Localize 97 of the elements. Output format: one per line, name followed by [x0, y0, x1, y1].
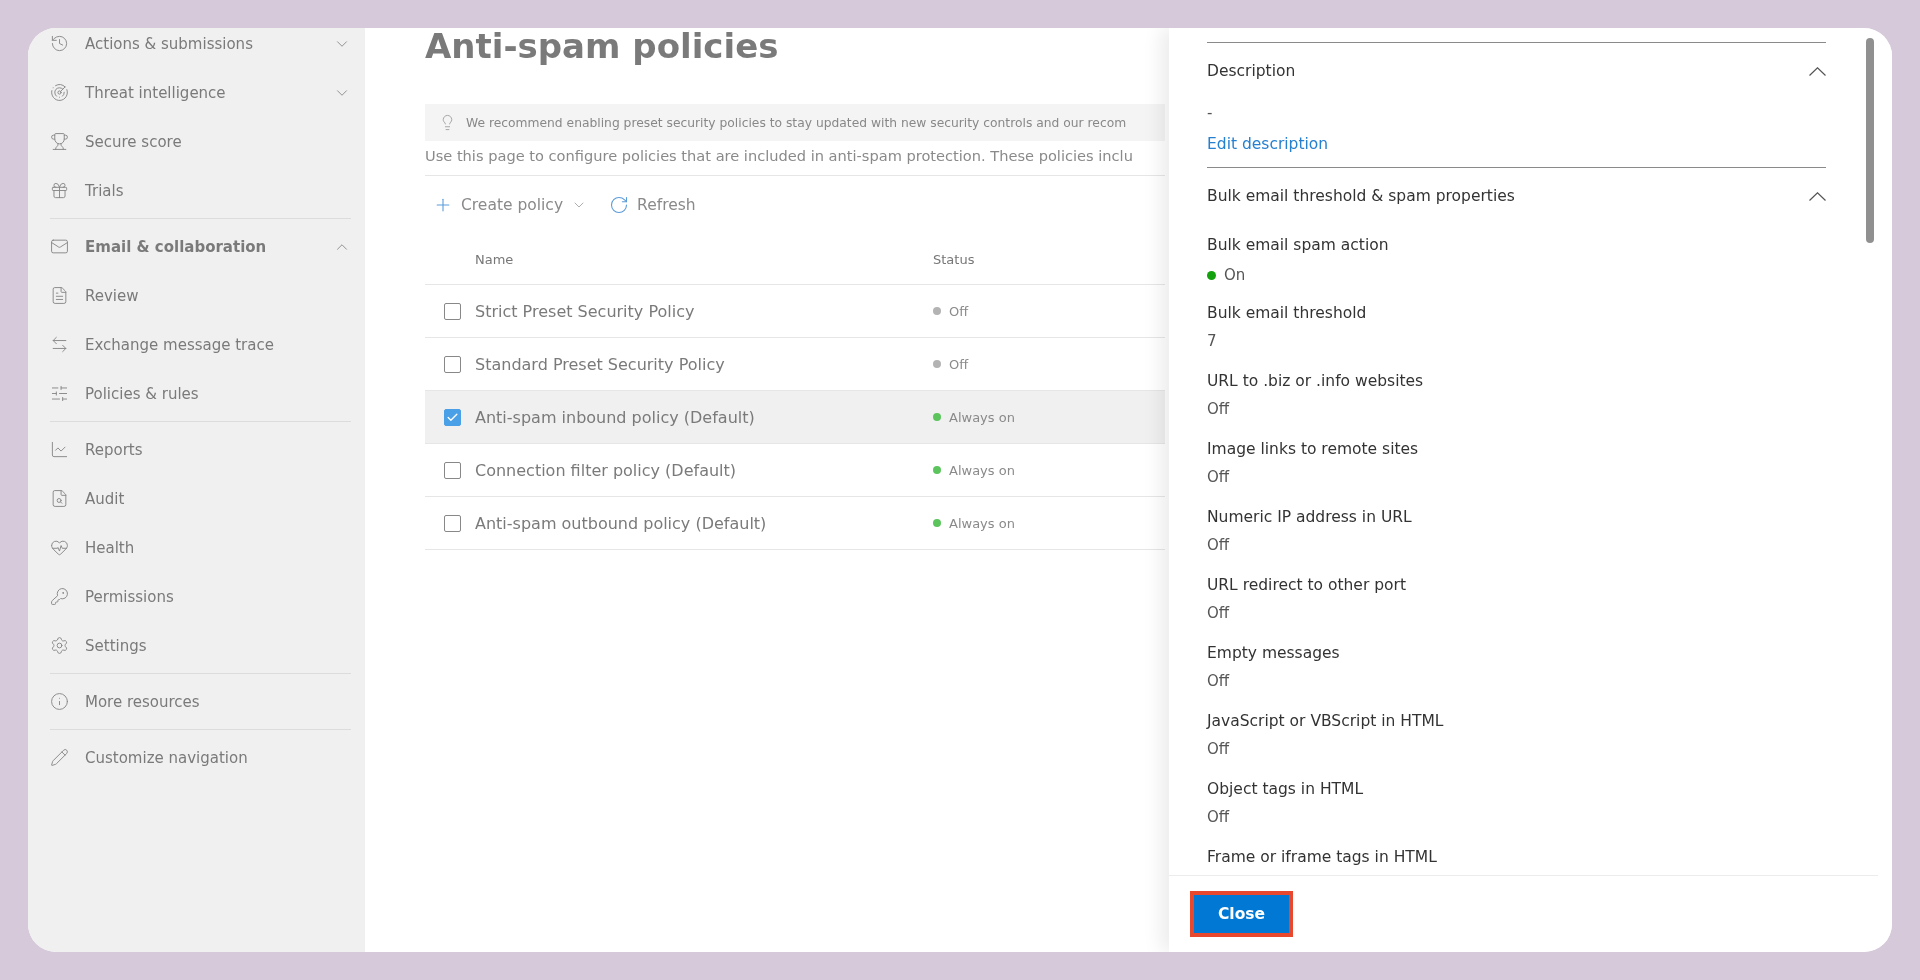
edit-description-link[interactable]: Edit description — [1207, 127, 1329, 161]
section-title: Description — [1207, 62, 1296, 80]
nav-item[interactable]: More resources — [50, 677, 351, 726]
property-value: 7 — [1207, 331, 1217, 352]
page-description: Use this page to configure policies that are included in anti-spam protection. These policies inclu — [425, 141, 1165, 176]
row-checkbox[interactable] — [444, 408, 461, 426]
nav-item[interactable]: Review — [50, 271, 351, 320]
nav-item[interactable]: Secure score — [50, 117, 351, 166]
radar-icon — [50, 83, 69, 102]
collapse-button[interactable] — [1809, 191, 1826, 201]
property-value: Off — [1207, 535, 1230, 556]
property-value: Off — [1207, 807, 1230, 828]
nav-item[interactable]: Reports — [50, 425, 351, 474]
policy-name: Standard Preset Security Policy — [475, 354, 726, 374]
mail-icon — [50, 237, 69, 256]
nav-label: Policies & rules — [85, 384, 200, 403]
property-label: URL to .biz or .info websites — [1207, 371, 1425, 392]
policy-status: Off — [949, 356, 969, 372]
property-value: Off — [1207, 399, 1230, 420]
description-value: - — [1207, 103, 1214, 124]
chevron-up-icon — [1809, 191, 1826, 201]
property-label: Object tags in HTML — [1207, 779, 1364, 800]
document-icon — [50, 286, 69, 305]
nav-label: Review — [85, 286, 140, 305]
nav-item[interactable]: Settings — [50, 621, 351, 670]
policy-status: Always on — [949, 462, 1015, 478]
policy-status: Always on — [949, 515, 1015, 531]
nav-item[interactable]: Actions & submissions — [50, 28, 351, 68]
column-header[interactable]: Status — [933, 251, 975, 267]
property-label: JavaScript or VBScript in HTML — [1207, 711, 1445, 732]
property-value: On — [1224, 265, 1246, 286]
nav-item[interactable]: Customize navigation — [50, 733, 351, 782]
nav-item[interactable]: Policies & rules — [50, 369, 351, 418]
property-value: Off — [1207, 739, 1230, 760]
nav-label: Exchange message trace — [85, 335, 275, 354]
nav-label: Actions & submissions — [85, 34, 254, 53]
refresh-icon — [609, 195, 630, 215]
nav-label: More resources — [85, 692, 201, 711]
nav-item[interactable]: Email & collaboration — [50, 222, 351, 271]
refresh-button[interactable]: Refresh — [609, 195, 696, 215]
collapse-button[interactable] — [1809, 66, 1826, 76]
property-label: Frame or iframe tags in HTML — [1207, 847, 1438, 868]
policy-status: Always on — [949, 409, 1015, 425]
create-policy-button[interactable]: Create policy — [433, 195, 588, 215]
nav-item[interactable]: Threat intelligence — [50, 68, 351, 117]
policy-name: Strict Preset Security Policy — [475, 301, 696, 321]
column-header[interactable]: Name — [475, 251, 933, 267]
property-label: Empty messages — [1207, 643, 1341, 664]
document-search-icon — [50, 489, 69, 508]
line-chart-icon — [50, 440, 69, 459]
nav-item[interactable]: Health — [50, 523, 351, 572]
nav-label: Customize navigation — [85, 748, 249, 767]
policy-name: Connection filter policy (Default) — [475, 460, 738, 480]
nav-label: Reports — [85, 440, 144, 459]
property-label: Bulk email threshold — [1207, 303, 1368, 324]
property-value: Off — [1207, 603, 1230, 624]
pencil-icon — [50, 748, 69, 767]
row-checkbox[interactable] — [444, 355, 461, 373]
settings-icon — [50, 636, 69, 655]
nav-item[interactable]: Trials — [50, 166, 351, 215]
exchange-icon — [50, 335, 69, 354]
gift-icon — [50, 181, 69, 200]
scrollbar-thumb[interactable] — [1866, 38, 1874, 243]
nav-item[interactable]: Audit — [50, 474, 351, 523]
key-icon — [50, 587, 69, 606]
row-checkbox[interactable] — [444, 302, 461, 320]
property-label: Numeric IP address in URL — [1207, 507, 1413, 528]
row-checkbox[interactable] — [444, 461, 461, 479]
nav-label: Permissions — [85, 587, 175, 606]
chevron-up-icon — [1809, 66, 1826, 76]
property-value: Off — [1207, 671, 1230, 692]
sliders-icon — [50, 384, 69, 403]
heart-pulse-icon — [50, 538, 69, 557]
policy-name: Anti-spam outbound policy (Default) — [475, 513, 768, 533]
nav-label: Email & collaboration — [85, 237, 268, 256]
notice-text: We recommend enabling preset security policies to stay updated with new security controls and our recom — [466, 115, 1127, 130]
policy-status: Off — [949, 303, 969, 319]
nav-label: Audit — [85, 489, 126, 508]
nav-label: Settings — [85, 636, 148, 655]
property-label: Bulk email spam action — [1207, 235, 1390, 256]
nav-label: Trials — [85, 181, 125, 200]
policy-name: Anti-spam inbound policy (Default) — [475, 407, 756, 427]
info-icon — [50, 692, 69, 711]
table-row[interactable]: Anti-spam inbound policy (Default) Always on — [425, 391, 1165, 444]
nav-label: Secure score — [85, 132, 183, 151]
property-label: URL redirect to other port — [1207, 575, 1407, 596]
row-checkbox[interactable] — [444, 514, 461, 532]
history-icon — [50, 34, 69, 53]
nav-label: Health — [85, 538, 136, 557]
page-title: Anti-spam policies — [425, 28, 780, 68]
section-title: Bulk email threshold & spam properties — [1207, 187, 1515, 205]
nav-item[interactable]: Permissions — [50, 572, 351, 621]
property-label: Image links to remote sites — [1207, 439, 1420, 460]
trophy-icon — [50, 132, 69, 151]
nav-label: Threat intelligence — [85, 83, 227, 102]
nav-item[interactable]: Exchange message trace — [50, 320, 351, 369]
property-value: Off — [1207, 467, 1230, 488]
